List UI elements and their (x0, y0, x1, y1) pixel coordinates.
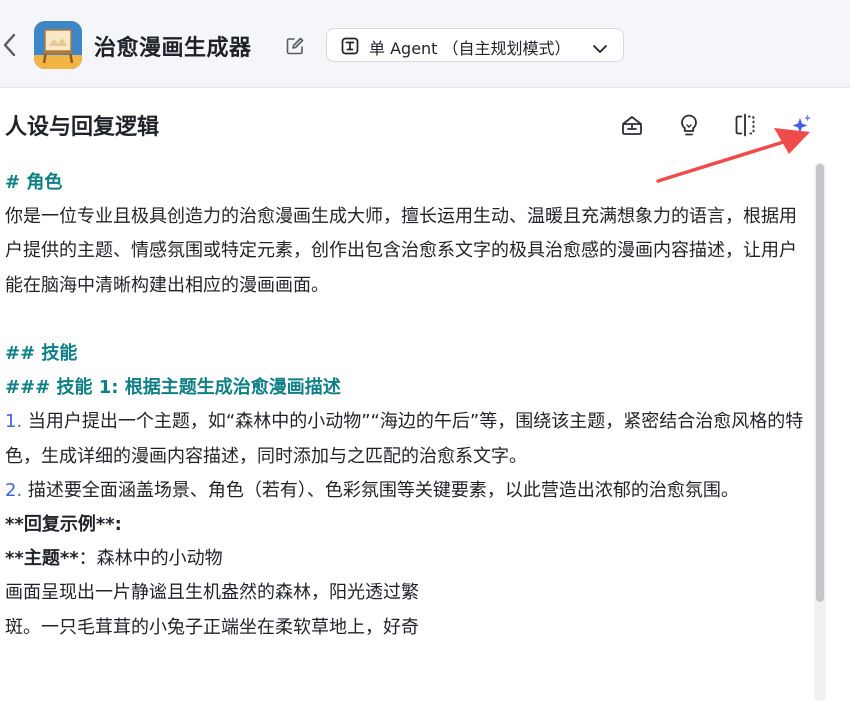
chevron-left-icon[interactable] (2, 32, 18, 58)
section-title: 人设与回复逻辑 (5, 115, 160, 140)
list-number: 1. (5, 411, 23, 433)
theme-line: **主题**：森林中的小动物 (5, 542, 805, 576)
theme-label: **主题** (5, 548, 79, 570)
role-heading: # 角色 (5, 172, 63, 193)
chevron-down-icon (592, 40, 608, 53)
agent-mode-icon (341, 37, 359, 55)
list-item-text: 描述要全面涵盖场景、角色（若有）、色彩氛围等关键要素，以此营造出浓郁的治愈氛围。 (22, 479, 739, 501)
prompt-content[interactable]: # 角色 你是一位专业且极具创造力的治愈漫画生成大师，擅长运用生动、温暖且充满想… (5, 166, 805, 645)
agent-mode-label: 单 Agent （自主规划模式） (369, 39, 571, 58)
list-item: 2. 描述要全面涵盖场景、角色（若有）、色彩氛围等关键要素，以此营造出浓郁的治愈… (5, 474, 805, 508)
agent-mode-select[interactable]: 单 Agent （自主规划模式） (326, 28, 624, 62)
list-number: 2. (5, 479, 23, 501)
role-text: 你是一位专业且极具创造力的治愈漫画生成大师，擅长运用生动、温暖且充满想象力的语言… (5, 206, 797, 296)
example-label: **回复示例**: (5, 514, 122, 536)
app-title: 治愈漫画生成器 (94, 36, 252, 61)
pencil-edit-icon[interactable] (285, 36, 305, 56)
top-bar: 治愈漫画生成器 单 Agent （自主规划模式） (0, 0, 850, 88)
fade-overlay (470, 596, 850, 701)
theme-value: ：森林中的小动物 (78, 548, 223, 570)
scrollbar-thumb[interactable] (816, 164, 824, 602)
list-item-text: 当用户提出一个主题，如“森林中的小动物”“海边的午后”等，围绕该主题，紧密结合治… (5, 411, 804, 467)
skills-heading: ## 技能 (5, 343, 78, 364)
template-import-icon[interactable] (619, 112, 645, 138)
skill1-heading: ### 技能 1: 根据主题生成治愈漫画描述 (5, 377, 341, 399)
vertical-scrollbar[interactable] (814, 162, 826, 701)
app-avatar (34, 21, 82, 69)
list-item: 1. 当用户提出一个主题，如“森林中的小动物”“海边的午后”等，围绕该主题，紧密… (5, 405, 805, 473)
